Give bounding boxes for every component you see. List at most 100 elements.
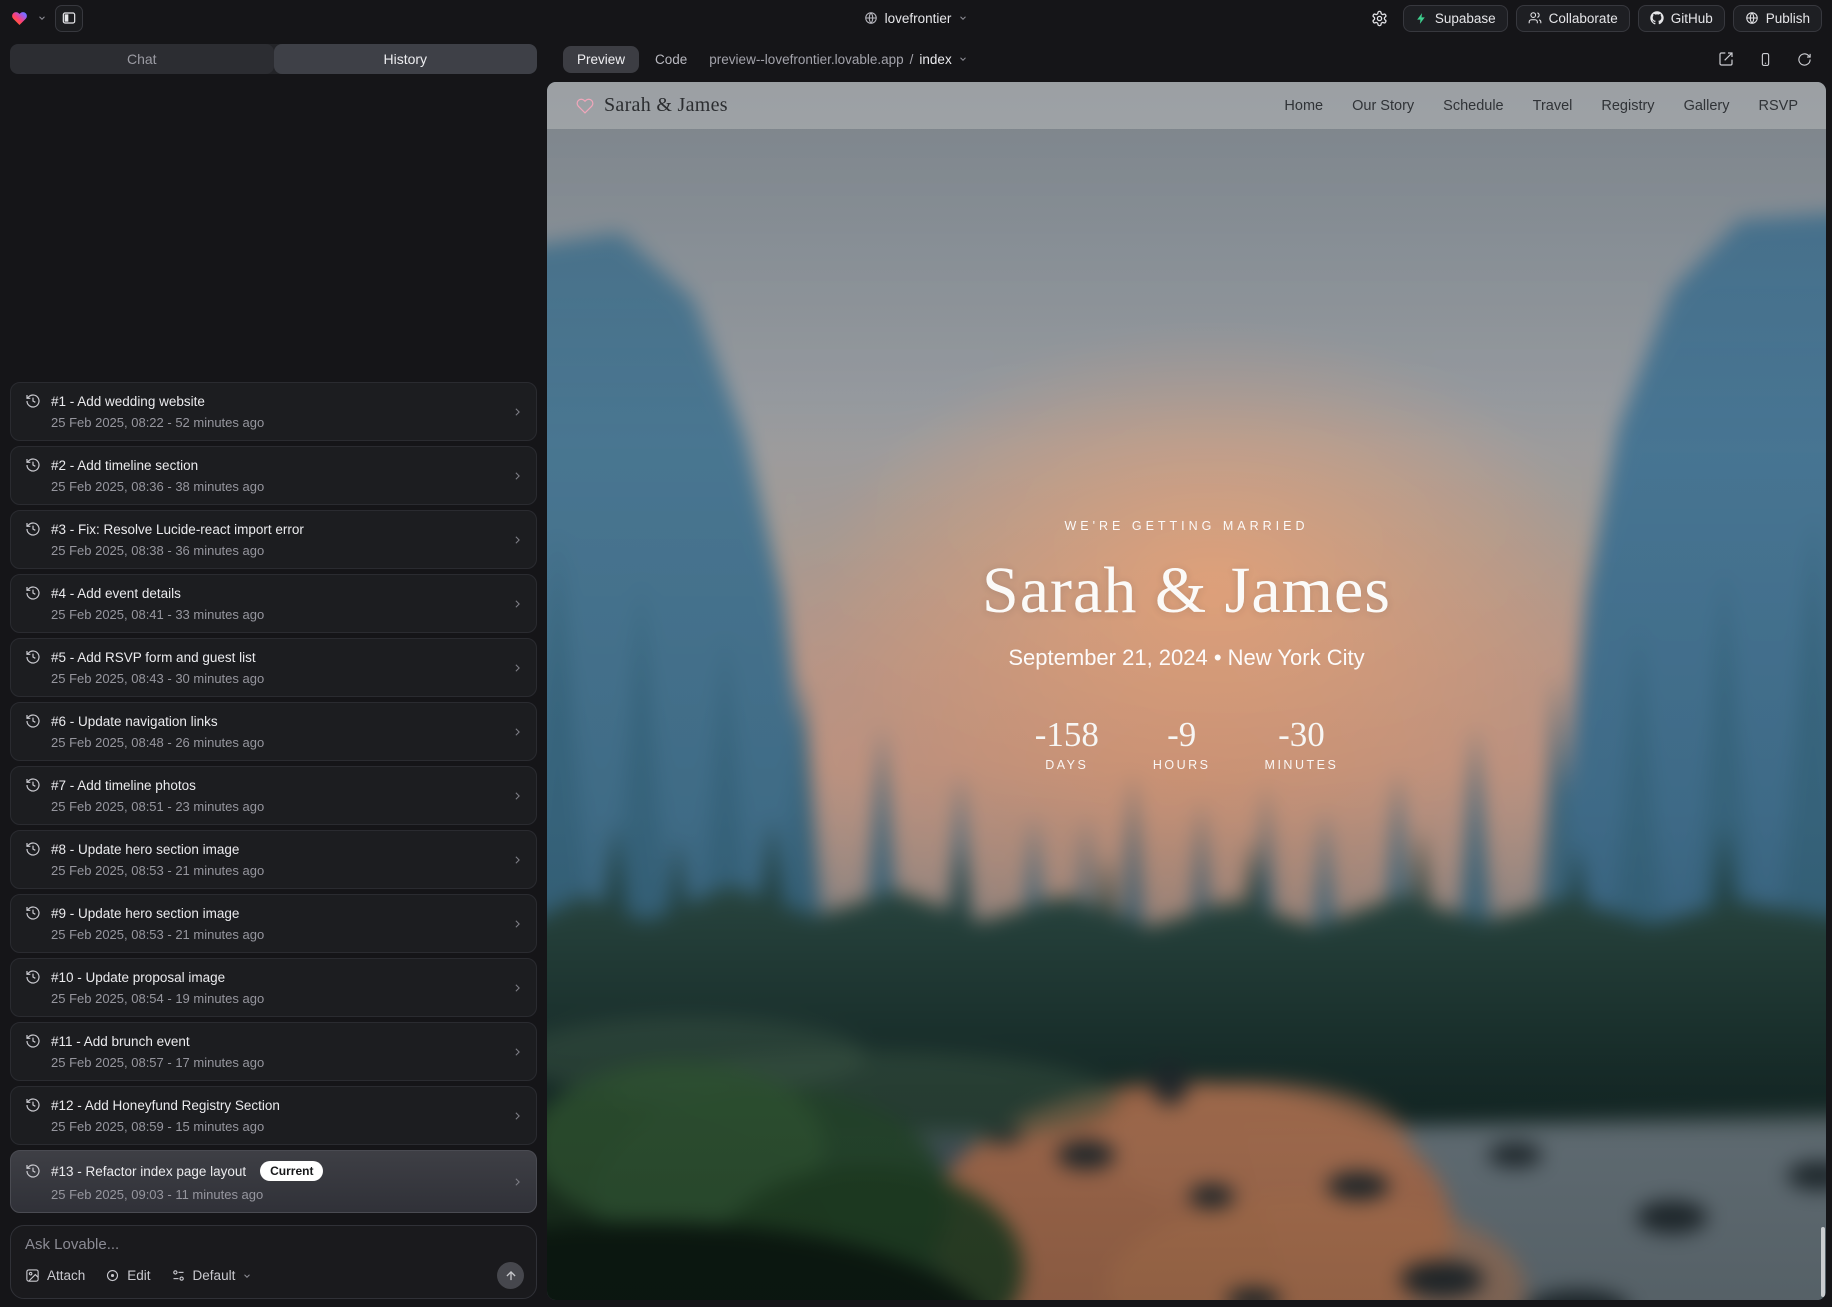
supabase-button[interactable]: Supabase: [1403, 5, 1508, 32]
preview-viewport: Sarah & James Home Our Story Schedule Tr…: [547, 82, 1826, 1300]
nav-link-schedule[interactable]: Schedule: [1443, 98, 1503, 114]
history-icon: [25, 777, 41, 793]
history-item[interactable]: #2 - Add timeline section 25 Feb 2025, 0…: [10, 446, 537, 505]
edit-button[interactable]: Edit: [105, 1268, 150, 1283]
history-item-title: #2 - Add timeline section: [51, 458, 198, 473]
refresh-icon[interactable]: [1797, 52, 1812, 67]
sliders-icon: [171, 1268, 186, 1283]
tab-history[interactable]: History: [274, 44, 538, 74]
history-item-title: #1 - Add wedding website: [51, 394, 205, 409]
history-icon: [25, 585, 41, 601]
settings-button[interactable]: [1365, 4, 1395, 32]
preview-url-page: index: [919, 52, 951, 67]
nav-link-registry[interactable]: Registry: [1601, 98, 1654, 114]
history-icon: [25, 1097, 41, 1113]
chevron-right-icon: [511, 661, 524, 674]
countdown-days: -158 DAYS: [1035, 715, 1099, 772]
publish-button[interactable]: Publish: [1733, 5, 1822, 32]
chevron-down-icon[interactable]: [37, 13, 47, 23]
tab-chat[interactable]: Chat: [10, 44, 274, 74]
history-icon: [25, 841, 41, 857]
collaborate-button[interactable]: Collaborate: [1516, 5, 1630, 32]
chevron-down-icon: [958, 13, 968, 23]
chevron-right-icon: [511, 597, 524, 610]
topbar: lovefrontier Supabase: [0, 0, 1832, 36]
supabase-bolt-icon: [1415, 12, 1428, 25]
site-brand[interactable]: Sarah & James: [575, 94, 728, 117]
preview-toolbar: Preview Code preview--lovefrontier.lovab…: [547, 36, 1826, 82]
history-item[interactable]: #10 - Update proposal image 25 Feb 2025,…: [10, 958, 537, 1017]
history-item-title: #11 - Add brunch event: [51, 1034, 190, 1049]
countdown-minutes-label: MINUTES: [1265, 758, 1339, 772]
mobile-view-icon[interactable]: [1758, 52, 1773, 67]
project-name: lovefrontier: [885, 11, 952, 26]
history-item-title: #10 - Update proposal image: [51, 970, 225, 985]
history-item-timestamp: 25 Feb 2025, 08:54 - 19 minutes ago: [51, 991, 500, 1006]
history-item-timestamp: 25 Feb 2025, 08:38 - 36 minutes ago: [51, 543, 500, 558]
toggle-sidebar-button[interactable]: [55, 5, 83, 32]
github-button[interactable]: GitHub: [1638, 5, 1725, 32]
site-nav: Home Our Story Schedule Travel Registry …: [1284, 98, 1798, 114]
history-icon: [25, 1033, 41, 1049]
history-list: #1 - Add wedding website 25 Feb 2025, 08…: [10, 382, 537, 1225]
history-item-title: #13 - Refactor index page layout: [51, 1164, 246, 1179]
open-external-icon[interactable]: [1718, 51, 1734, 67]
chevron-right-icon: [511, 533, 524, 546]
history-icon: [25, 393, 41, 409]
history-item-timestamp: 25 Feb 2025, 08:36 - 38 minutes ago: [51, 479, 500, 494]
chevron-right-icon: [511, 1175, 524, 1188]
nav-link-gallery[interactable]: Gallery: [1684, 98, 1730, 114]
history-item-current[interactable]: #13 - Refactor index page layout Current…: [10, 1150, 537, 1213]
chevron-right-icon: [511, 469, 524, 482]
history-item-title: #6 - Update navigation links: [51, 714, 218, 729]
countdown-days-value: -158: [1035, 715, 1099, 755]
nav-link-travel[interactable]: Travel: [1533, 98, 1573, 114]
lovable-heart-logo-icon[interactable]: [10, 10, 29, 27]
tab-preview[interactable]: Preview: [563, 46, 639, 73]
history-icon: [25, 521, 41, 537]
site-header: Sarah & James Home Our Story Schedule Tr…: [547, 82, 1826, 129]
history-item[interactable]: #4 - Add event details 25 Feb 2025, 08:4…: [10, 574, 537, 633]
nav-link-home[interactable]: Home: [1284, 98, 1323, 114]
heart-icon: [575, 97, 595, 115]
history-item[interactable]: #7 - Add timeline photos 25 Feb 2025, 08…: [10, 766, 537, 825]
chevron-right-icon: [511, 853, 524, 866]
history-item[interactable]: #8 - Update hero section image 25 Feb 20…: [10, 830, 537, 889]
hero-date-location: September 21, 2024 • New York City: [1008, 645, 1364, 671]
history-item[interactable]: #11 - Add brunch event 25 Feb 2025, 08:5…: [10, 1022, 537, 1081]
countdown-hours-label: HOURS: [1153, 758, 1211, 772]
history-item[interactable]: #6 - Update navigation links 25 Feb 2025…: [10, 702, 537, 761]
chevron-right-icon: [511, 981, 524, 994]
preview-scrollbar[interactable]: [1821, 1227, 1825, 1297]
history-item[interactable]: #3 - Fix: Resolve Lucide-react import er…: [10, 510, 537, 569]
hero-title: Sarah & James: [982, 553, 1391, 629]
history-item-timestamp: 25 Feb 2025, 08:53 - 21 minutes ago: [51, 863, 500, 878]
globe-icon: [864, 11, 878, 25]
history-item[interactable]: #1 - Add wedding website 25 Feb 2025, 08…: [10, 382, 537, 441]
history-item-title: #9 - Update hero section image: [51, 906, 239, 921]
history-item[interactable]: #5 - Add RSVP form and guest list 25 Feb…: [10, 638, 537, 697]
history-item[interactable]: #12 - Add Honeyfund Registry Section 25 …: [10, 1086, 537, 1145]
arrow-up-icon: [504, 1269, 518, 1283]
history-item-timestamp: 25 Feb 2025, 08:41 - 33 minutes ago: [51, 607, 500, 622]
history-item-timestamp: 25 Feb 2025, 09:03 - 11 minutes ago: [51, 1187, 500, 1202]
chat-input[interactable]: [25, 1236, 524, 1256]
history-item[interactable]: #9 - Update hero section image 25 Feb 20…: [10, 894, 537, 953]
send-button[interactable]: [497, 1262, 524, 1289]
nav-link-our-story[interactable]: Our Story: [1352, 98, 1414, 114]
tab-code[interactable]: Code: [655, 52, 687, 67]
target-icon: [105, 1268, 120, 1283]
history-item-title: #5 - Add RSVP form and guest list: [51, 650, 256, 665]
attach-button[interactable]: Attach: [25, 1268, 85, 1283]
history-icon: [25, 1163, 41, 1179]
countdown-hours-value: -9: [1167, 715, 1196, 755]
chevron-right-icon: [511, 405, 524, 418]
preview-workspace: Preview Code preview--lovefrontier.lovab…: [547, 36, 1832, 1307]
nav-link-rsvp[interactable]: RSVP: [1759, 98, 1799, 114]
preview-url[interactable]: preview--lovefrontier.lovable.app / inde…: [709, 52, 967, 67]
project-switcher[interactable]: lovefrontier: [864, 11, 969, 26]
mode-select-button[interactable]: Default: [171, 1268, 253, 1283]
history-item-title: #4 - Add event details: [51, 586, 181, 601]
history-item-timestamp: 25 Feb 2025, 08:43 - 30 minutes ago: [51, 671, 500, 686]
preview-url-separator: /: [910, 52, 914, 67]
